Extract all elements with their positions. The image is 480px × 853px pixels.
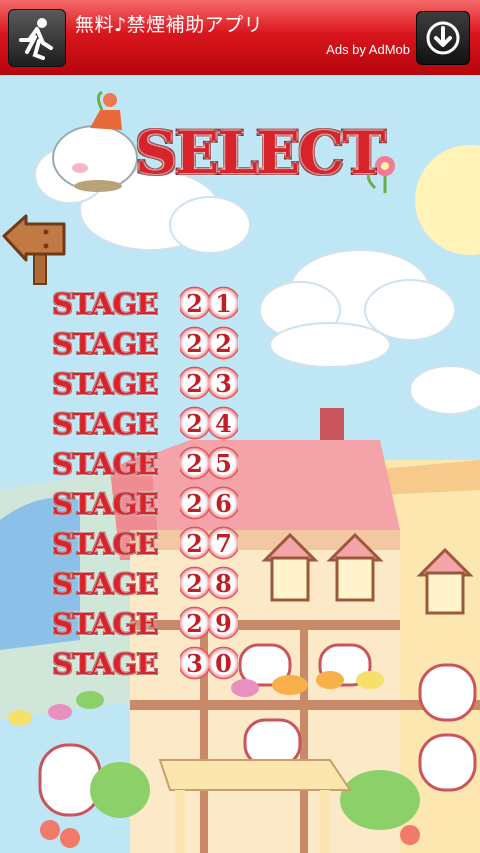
stage-digit: 9 xyxy=(209,606,238,640)
stage-button[interactable]: STAGE 2 9 xyxy=(52,604,252,644)
stage-digit: 2 xyxy=(180,486,209,520)
stage-digit: 7 xyxy=(209,526,238,560)
stage-number: 22 xyxy=(180,326,238,360)
stage-label: STAGE xyxy=(52,647,158,681)
stage-number: 25 xyxy=(180,446,238,480)
stage-button[interactable]: STAGE 2 5 xyxy=(52,444,252,484)
stage-digit: 2 xyxy=(180,446,209,480)
stage-number: 29 xyxy=(180,606,238,640)
stage-label: STAGE xyxy=(52,287,158,321)
back-button[interactable] xyxy=(2,210,68,286)
stage-digit: 3 xyxy=(180,646,209,680)
stage-label: STAGE xyxy=(52,607,158,641)
stage-label: STAGE xyxy=(52,567,158,601)
stage-label: STAGE xyxy=(52,327,158,361)
stage-digit: 2 xyxy=(180,566,209,600)
select-title: SELECT xyxy=(135,119,385,187)
stage-label: STAGE xyxy=(52,447,158,481)
stage-digit: 0 xyxy=(209,646,238,680)
stage-digit: 1 xyxy=(209,286,238,320)
stage-digit: 2 xyxy=(180,326,209,360)
stage-digit: 4 xyxy=(209,406,238,440)
stage-digit: 2 xyxy=(180,286,209,320)
stage-label: STAGE xyxy=(52,367,158,401)
stage-digit: 2 xyxy=(209,326,238,360)
stage-number: 24 xyxy=(180,406,238,440)
stage-button[interactable]: STAGE 2 3 xyxy=(52,364,252,404)
stage-list: STAGE 2 1 STAGE 2 2 STAGE 2 3 STAGE 2 4 STAGE 2 5 STAGE… xyxy=(52,284,252,684)
download-icon[interactable] xyxy=(416,11,470,65)
stage-digit: 2 xyxy=(180,406,209,440)
stage-button[interactable]: STAGE 2 4 xyxy=(52,404,252,444)
stage-number: 27 xyxy=(180,526,238,560)
stage-digit: 3 xyxy=(209,366,238,400)
stage-button[interactable]: STAGE 2 6 xyxy=(52,484,252,524)
stage-label: STAGE xyxy=(52,407,158,441)
stage-button[interactable]: STAGE 2 8 xyxy=(52,564,252,604)
stage-button[interactable]: STAGE 2 2 xyxy=(52,324,252,364)
running-person-icon[interactable] xyxy=(8,9,66,67)
stage-digit: 2 xyxy=(180,366,209,400)
stage-digit: 2 xyxy=(180,606,209,640)
ad-banner[interactable]: 無料♪禁煙補助アプリ Ads by AdMob xyxy=(0,0,480,75)
stage-button[interactable]: STAGE 3 0 xyxy=(52,644,252,684)
stage-label: STAGE xyxy=(52,527,158,561)
stage-number: 28 xyxy=(180,566,238,600)
stage-number: 26 xyxy=(180,486,238,520)
stage-digit: 6 xyxy=(209,486,238,520)
arrow-left-signpost-icon xyxy=(2,214,66,285)
ad-title[interactable]: 無料♪禁煙補助アプリ xyxy=(75,10,263,37)
stage-digit: 2 xyxy=(180,526,209,560)
stage-digit: 8 xyxy=(209,566,238,600)
ad-attribution: Ads by AdMob xyxy=(326,42,410,57)
stage-label: STAGE xyxy=(52,487,158,521)
stage-button[interactable]: STAGE 2 7 xyxy=(52,524,252,564)
stage-digit: 5 xyxy=(209,446,238,480)
stage-button[interactable]: STAGE 2 1 xyxy=(52,284,252,324)
stage-number: 23 xyxy=(180,366,238,400)
stage-number: 30 xyxy=(180,646,238,680)
stage-number: 21 xyxy=(180,286,238,320)
